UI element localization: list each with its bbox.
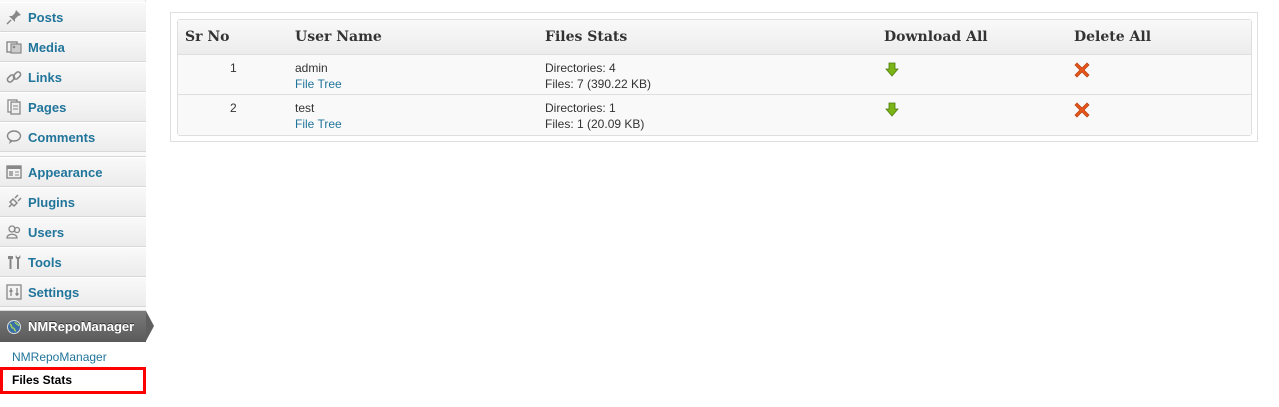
sidebar-item-comments[interactable]: Comments <box>0 122 146 152</box>
sidebar-item-appearance[interactable]: Appearance <box>0 157 146 187</box>
sidebar-item-plugins[interactable]: Plugins <box>0 187 146 217</box>
users-icon <box>6 224 22 240</box>
download-icon[interactable] <box>884 62 900 78</box>
sidebar-item-label: Settings <box>28 284 80 300</box>
sidebar-item-settings[interactable]: Settings <box>0 277 146 307</box>
sidebar-item-label: Appearance <box>28 164 103 180</box>
directories-count: Directories: 4 <box>545 61 616 75</box>
header-files-stats: Files Stats <box>545 29 628 45</box>
user-name: admin <box>295 61 328 75</box>
sidebar-item-media[interactable]: Media <box>0 32 146 62</box>
sidebar-item-label: Plugins <box>28 194 75 210</box>
active-menu-arrow <box>146 311 154 341</box>
sidebar-item-users[interactable]: Users <box>0 217 146 247</box>
admin-sidebar: Posts Media Links Pages Comments Appeara… <box>0 0 154 407</box>
pages-icon <box>6 99 22 115</box>
file-tree-link[interactable]: File Tree <box>295 117 342 131</box>
tools-icon <box>6 254 22 270</box>
appearance-icon <box>6 164 22 180</box>
sidebar-item-pages[interactable]: Pages <box>0 92 146 122</box>
sidebar-item-label: Pages <box>28 99 67 115</box>
sidebar-item-label: Users <box>28 224 65 240</box>
sr-no: 2 <box>230 101 237 115</box>
media-icon <box>6 39 22 55</box>
header-download-all: Download All <box>884 29 988 45</box>
sidebar-item-label: Posts <box>28 9 64 25</box>
pin-icon <box>6 9 22 25</box>
link-icon <box>6 69 22 85</box>
download-icon[interactable] <box>884 102 900 118</box>
sr-no: 1 <box>230 61 237 75</box>
sidebar-item-label: Comments <box>28 129 96 145</box>
header-delete-all: Delete All <box>1074 29 1152 45</box>
highlight-box <box>0 367 146 394</box>
header-sr-no: Sr No <box>185 29 230 45</box>
files-stats-panel: Sr No User Name Files Stats Download All… <box>170 12 1258 142</box>
globe-icon <box>6 319 22 335</box>
table-row: 2 test File Tree Directories: 1 Files: 1… <box>178 95 1251 135</box>
settings-icon <box>6 284 22 300</box>
header-user-name: User Name <box>295 29 382 45</box>
sidebar-item-label: Tools <box>28 254 62 270</box>
files-count: Files: 7 (390.22 KB) <box>545 77 652 91</box>
table-row: 1 admin File Tree Directories: 4 Files: … <box>178 55 1251 95</box>
sidebar-item-label: Media <box>28 39 65 55</box>
files-stats-table: Sr No User Name Files Stats Download All… <box>177 19 1252 136</box>
sidebar-item-nmrepomanager[interactable]: NMRepoManager <box>0 311 146 342</box>
sidebar-item-links[interactable]: Links <box>0 62 146 92</box>
file-tree-link[interactable]: File Tree <box>295 77 342 91</box>
table-header: Sr No User Name Files Stats Download All… <box>178 20 1251 55</box>
delete-icon[interactable] <box>1074 62 1090 78</box>
plugin-icon <box>6 194 22 210</box>
sidebar-item-posts[interactable]: Posts <box>0 2 146 32</box>
directories-count: Directories: 1 <box>545 101 616 115</box>
user-name: test <box>295 101 315 115</box>
sidebar-item-label: NMRepoManager <box>28 319 135 334</box>
sidebar-item-label: Links <box>28 69 62 85</box>
submenu-item-nmrepomanager[interactable]: NMRepoManager <box>12 350 107 364</box>
delete-icon[interactable] <box>1074 102 1090 118</box>
comment-icon <box>6 129 22 145</box>
sidebar-item-tools[interactable]: Tools <box>0 247 146 277</box>
files-count: Files: 1 (20.09 KB) <box>545 117 645 131</box>
